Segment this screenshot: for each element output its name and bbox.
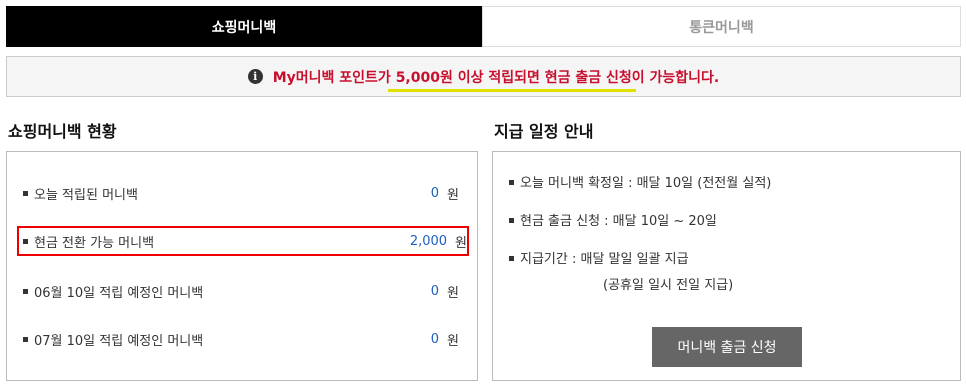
notice-highlight: 5,000원 이상 적립되면 현금 출금 신청 bbox=[395, 69, 632, 86]
status-row-convertible: 현금 전환 가능 머니백 2,000 원 bbox=[17, 226, 469, 256]
bullet bbox=[23, 238, 28, 244]
schedule-text: 지급기간 : 매달 말일 일괄 지급 bbox=[520, 252, 689, 267]
row-unit: 원 bbox=[447, 285, 459, 301]
tab-big-moneyback[interactable]: 통큰머니백 bbox=[482, 6, 961, 47]
notice-suffix: 이 가능합니다. bbox=[631, 69, 720, 86]
status-title: 쇼핑머니백 현황 bbox=[8, 122, 117, 141]
withdraw-request-button[interactable]: 머니백 출금 신청 bbox=[652, 327, 802, 367]
row-unit: 원 bbox=[447, 333, 459, 349]
schedule-item-request: 현금 출금 신청 : 매달 10일 ~ 20일 bbox=[507, 210, 717, 229]
status-row-june: 06월 10일 적립 예정인 머니백 0 원 bbox=[19, 276, 459, 306]
bullet bbox=[23, 190, 28, 196]
row-label: 현금 전환 가능 머니백 bbox=[34, 235, 155, 251]
schedule-box: 오늘 머니백 확정일 : 매달 10일 (전전월 실적) 현금 출금 신청 : … bbox=[492, 151, 961, 381]
schedule-sub-note: (공휴일 일시 전일 지급) bbox=[603, 278, 734, 293]
info-icon: i bbox=[247, 69, 263, 84]
row-amount: 0 bbox=[430, 331, 440, 347]
status-row-july: 07월 10일 적립 예정인 머니백 0 원 bbox=[19, 324, 459, 354]
notice-banner: i My머니백 포인트가 5,000원 이상 적립되면 현금 출금 신청이 가능… bbox=[6, 56, 961, 97]
tab-bar: 쇼핑머니백 통큰머니백 bbox=[6, 6, 961, 47]
schedule-text: 현금 출금 신청 : 매달 10일 ~ 20일 bbox=[520, 214, 717, 229]
bullet bbox=[23, 336, 28, 342]
status-row-today: 오늘 적립된 머니백 0 원 bbox=[19, 178, 459, 208]
schedule-text: 오늘 머니백 확정일 : 매달 10일 (전전월 실적) bbox=[520, 176, 772, 191]
row-label: 06월 10일 적립 예정인 머니백 bbox=[34, 285, 204, 301]
row-amount: 0 bbox=[430, 283, 440, 299]
status-box: 오늘 적립된 머니백 0 원 현금 전환 가능 머니백 2,000 원 06월 … bbox=[6, 151, 478, 381]
row-label: 오늘 적립된 머니백 bbox=[34, 187, 138, 203]
schedule-title: 지급 일정 안내 bbox=[494, 122, 594, 141]
notice-prefix: My머니백 포인트가 bbox=[272, 69, 396, 86]
row-unit: 원 bbox=[447, 187, 459, 203]
bullet bbox=[23, 288, 28, 294]
row-unit: 원 bbox=[455, 235, 467, 251]
schedule-item-confirm: 오늘 머니백 확정일 : 매달 10일 (전전월 실적) bbox=[507, 172, 771, 191]
bullet bbox=[509, 218, 514, 223]
schedule-item-payment: 지급기간 : 매달 말일 일괄 지급 bbox=[507, 248, 689, 267]
row-amount: 0 bbox=[430, 185, 440, 201]
tab-shopping-moneyback[interactable]: 쇼핑머니백 bbox=[6, 6, 482, 47]
bullet bbox=[509, 180, 514, 185]
notice-message: My머니백 포인트가 5,000원 이상 적립되면 현금 출금 신청이 가능합니… bbox=[273, 67, 720, 87]
row-label: 07월 10일 적립 예정인 머니백 bbox=[34, 333, 204, 349]
row-amount: 2,000 bbox=[409, 233, 448, 249]
bullet bbox=[509, 256, 514, 261]
